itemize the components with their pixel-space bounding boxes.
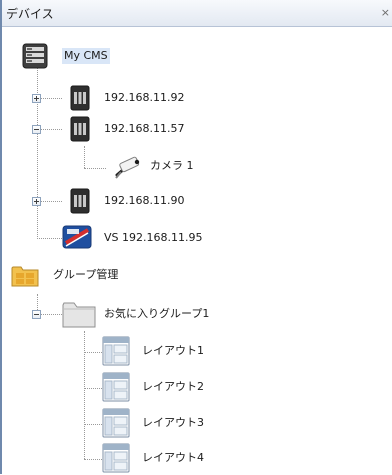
- tree-node-label: カメラ 1: [150, 159, 194, 172]
- layout-icon: [102, 372, 130, 402]
- recorder-icon: [70, 188, 90, 214]
- tree-node-device[interactable]: 192.168.11.90: [32, 184, 232, 218]
- tree-node-my-cms[interactable]: My CMS: [22, 39, 132, 73]
- tree-node-label: グループ管理: [53, 268, 119, 281]
- device-panel: デバイス × My CMS 192.168.11.92 192.168.11.5…: [0, 0, 392, 474]
- tree-node-label: レイアウト1: [142, 344, 204, 357]
- tree-node-layout[interactable]: レイアウト3: [102, 406, 242, 440]
- expand-plus-icon[interactable]: [32, 94, 41, 103]
- folder-icon: [62, 302, 96, 328]
- layout-icon: [102, 408, 130, 438]
- panel-titlebar: デバイス ×: [2, 0, 392, 27]
- tree-node-layout[interactable]: レイアウト4: [102, 441, 242, 475]
- tree-node-device[interactable]: 192.168.11.92: [32, 81, 232, 115]
- tree-node-video-server[interactable]: VS 192.168.11.95: [32, 221, 232, 255]
- camera-icon: [115, 156, 140, 179]
- expand-plus-icon[interactable]: [32, 197, 41, 206]
- video-server-icon: [62, 225, 92, 249]
- tree-node-label: 192.168.11.57: [104, 122, 185, 135]
- recorder-icon: [70, 116, 90, 142]
- tree-node-label: 192.168.11.90: [104, 194, 185, 207]
- layout-icon: [102, 443, 130, 473]
- tree-node-label: VS 192.168.11.95: [104, 231, 203, 244]
- tree-node-label: レイアウト2: [142, 380, 204, 393]
- group-folder-icon: [11, 266, 39, 287]
- tree-node-layout[interactable]: レイアウト2: [102, 370, 242, 404]
- device-tree: My CMS 192.168.11.92 192.168.11.57 カメラ 1…: [2, 27, 392, 474]
- cms-server-icon: [22, 43, 48, 69]
- tree-node-group-management[interactable]: グループ管理: [11, 258, 151, 292]
- panel-title: デバイス: [6, 7, 54, 21]
- layout-icon: [102, 336, 130, 366]
- tree-line: [84, 459, 102, 460]
- tree-line: [84, 146, 85, 168]
- tree-line: [84, 424, 102, 425]
- collapse-minus-icon[interactable]: [32, 125, 41, 134]
- tree-node-camera[interactable]: カメラ 1: [106, 149, 246, 183]
- collapse-minus-icon[interactable]: [32, 310, 41, 319]
- tree-line: [84, 168, 106, 169]
- recorder-icon: [70, 85, 90, 111]
- tree-node-label: レイアウト3: [142, 416, 204, 429]
- close-icon[interactable]: ×: [381, 6, 390, 20]
- tree-line: [84, 388, 102, 389]
- tree-line: [84, 331, 85, 459]
- tree-line: [84, 352, 102, 353]
- tree-node-label: レイアウト4: [142, 451, 204, 464]
- tree-node-device[interactable]: 192.168.11.57: [32, 112, 232, 146]
- tree-node-layout[interactable]: レイアウト1: [102, 334, 242, 368]
- tree-node-label: My CMS: [62, 48, 110, 64]
- tree-node-label: 192.168.11.92: [104, 91, 185, 104]
- tree-node-label: お気に入りグループ1: [104, 307, 210, 320]
- tree-node-favorite-group[interactable]: お気に入りグループ1: [32, 297, 252, 331]
